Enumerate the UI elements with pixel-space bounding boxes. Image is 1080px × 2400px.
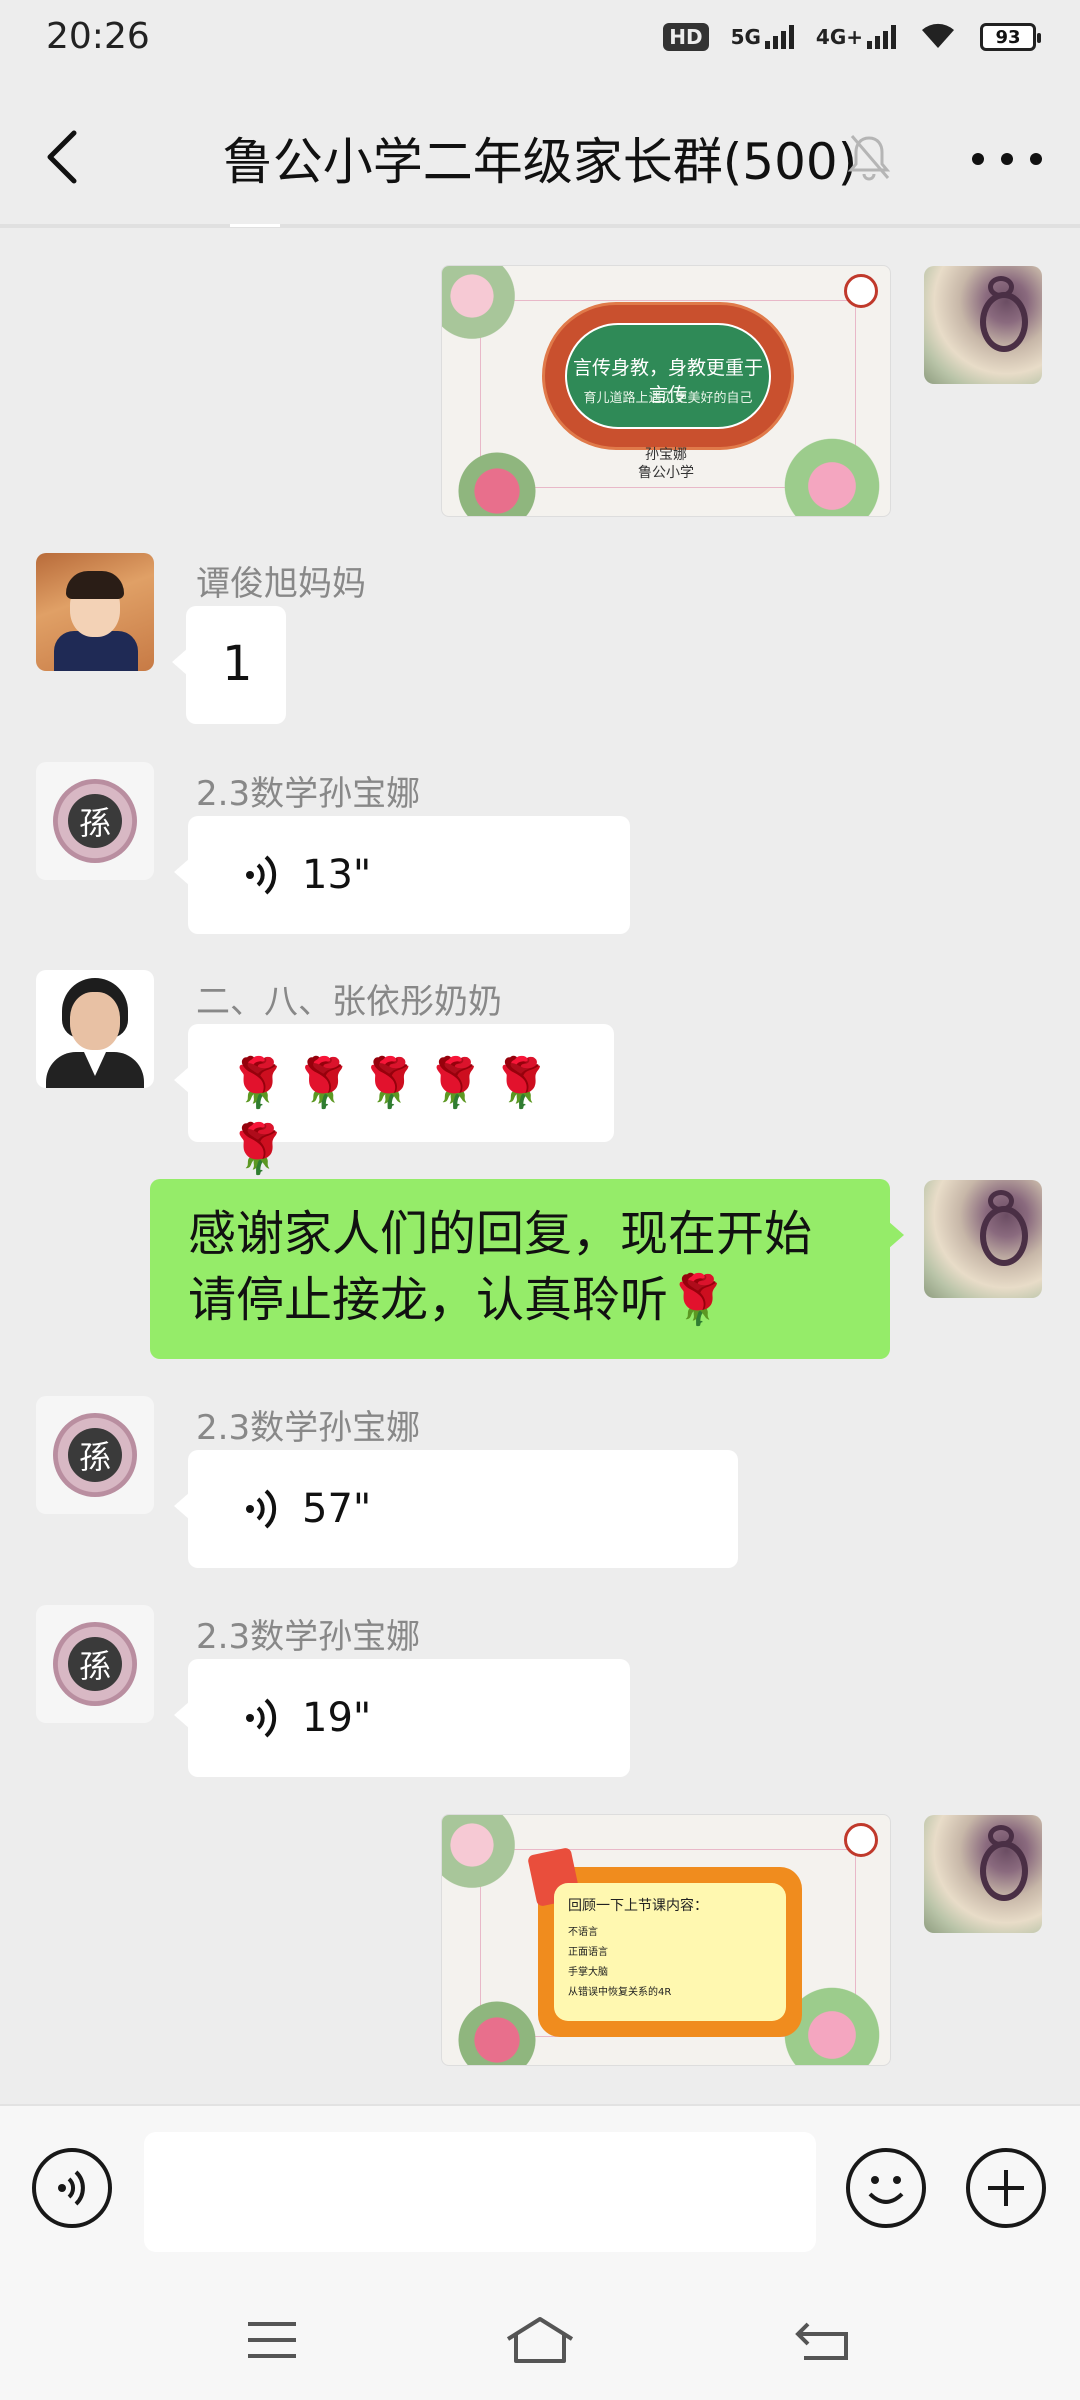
voice-duration: 19" — [302, 1695, 372, 1741]
image-message[interactable]: 回顾一下上节课内容： 不语言 正面语言 手掌大脑 从错误中恢复关系的4R — [441, 1814, 891, 2066]
net-5g-label: 5G — [730, 25, 761, 49]
board-item: 正面语言 — [568, 1947, 608, 1958]
more-button[interactable] — [972, 134, 1042, 184]
plus-icon — [988, 2170, 1024, 2206]
board-title: 回顾一下上节课内容： — [568, 1898, 708, 1914]
header-divider — [0, 224, 1080, 228]
board-item: 从错误中恢复关系的4R — [568, 1987, 672, 1998]
input-bar — [0, 2104, 1080, 2280]
sender-name: 2.3数学孙宝娜 — [196, 774, 421, 814]
image-text-line2: 育儿道路上遇见更美好的自己 — [583, 391, 753, 406]
voice-message[interactable]: 19" — [174, 1659, 630, 1777]
sender-name: 谭俊旭妈妈 — [196, 564, 366, 604]
badge-icon — [844, 274, 878, 308]
image-message[interactable]: 言传身教，身教更重于言传 育儿道路上遇见更美好的自己 孙宝娜 鲁公小学 — [441, 265, 891, 517]
voice-toggle-button[interactable] — [32, 2148, 112, 2228]
voice-duration: 13" — [302, 852, 372, 898]
back-nav-button[interactable] — [784, 2310, 864, 2370]
badge-icon — [844, 1823, 878, 1857]
voice-wave-icon — [246, 1489, 277, 1529]
voice-duration: 57" — [302, 1486, 372, 1532]
status-bar: 20:26 HD 5G 4G+ 93 — [0, 0, 1080, 84]
voice-message[interactable]: 13" — [174, 816, 630, 934]
avatar-zhang[interactable] — [36, 970, 154, 1088]
avatar-sun[interactable]: 孫 — [36, 1605, 154, 1723]
board-item: 不语言 — [568, 1927, 598, 1938]
voice-wave-icon — [246, 855, 277, 895]
back-icon — [795, 2322, 848, 2360]
menu-icon — [248, 2322, 296, 2358]
avatar-self[interactable] — [924, 1180, 1042, 1298]
avatar-sun[interactable]: 孫 — [36, 1396, 154, 1514]
avatar-sun[interactable]: 孫 — [36, 762, 154, 880]
message-text-line2: 请停止接龙，认真聆听🌹 — [188, 1272, 728, 1328]
chat-title: 鲁公小学二年级家长群(500) — [222, 133, 858, 191]
self-text-bubble[interactable]: 感谢家人们的回复，现在开始 请停止接龙，认真聆听🌹 — [150, 1179, 904, 1359]
chat-header: 鲁公小学二年级家长群(500) — [0, 84, 1080, 226]
message-input[interactable] — [144, 2132, 816, 2252]
system-nav-bar — [0, 2280, 1080, 2400]
hd-icon: HD — [663, 23, 709, 51]
image-caption-school: 鲁公小学 — [638, 465, 694, 481]
text-bubble[interactable]: 🌹🌹🌹🌹🌹🌹 — [174, 1024, 614, 1177]
voice-toggle-icon — [58, 2170, 85, 2206]
home-icon — [506, 2317, 574, 2363]
message-text: 1 — [222, 636, 253, 692]
signal-5g-icon: 5G — [731, 25, 794, 49]
status-time: 20:26 — [46, 16, 150, 57]
net-4g-label: 4G+ — [815, 25, 863, 49]
plus-button[interactable] — [966, 2148, 1046, 2228]
status-icons: HD 5G 4G+ 93 — [663, 20, 1041, 54]
sender-name: 2.3数学孙宝娜 — [196, 1408, 421, 1448]
wifi-icon — [918, 20, 958, 54]
avatar-tan[interactable] — [36, 553, 154, 671]
signal-4g-icon: 4G+ — [816, 25, 896, 49]
avatar-self[interactable] — [924, 266, 1042, 384]
message-text: 🌹🌹🌹🌹🌹🌹 — [228, 1055, 557, 1177]
voice-wave-icon — [246, 1698, 277, 1738]
bell-off-icon — [846, 132, 892, 182]
battery-icon: 93 — [980, 23, 1041, 51]
text-bubble[interactable]: 1 — [172, 606, 286, 724]
emoji-icon — [868, 2176, 904, 2204]
sender-name: 2.3数学孙宝娜 — [196, 1617, 421, 1657]
avatar-self[interactable] — [924, 1815, 1042, 1933]
home-button[interactable] — [500, 2310, 580, 2370]
board-item: 手掌大脑 — [568, 1967, 608, 1978]
emoji-button[interactable] — [846, 2148, 926, 2228]
image-caption-name: 孙宝娜 — [645, 447, 687, 463]
voice-message[interactable]: 57" — [174, 1450, 738, 1568]
message-text-line1: 感谢家人们的回复，现在开始 — [188, 1206, 813, 1262]
menu-button[interactable] — [232, 2310, 312, 2370]
sender-name: 二、八、张依彤奶奶 — [196, 982, 502, 1022]
